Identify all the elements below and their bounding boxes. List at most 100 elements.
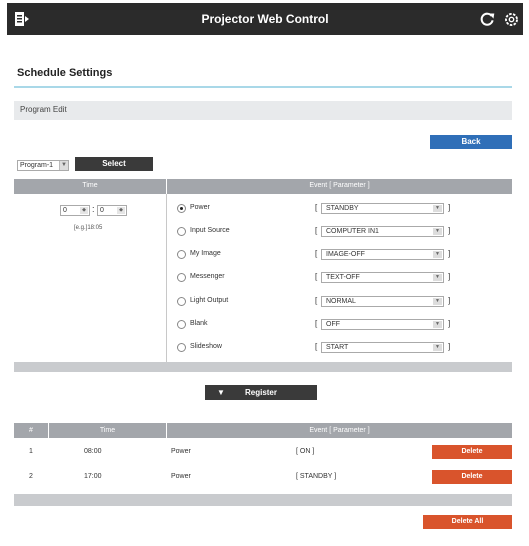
bracket-left: [ [315,319,318,328]
select-button[interactable]: Select [75,157,153,171]
radio-input-source[interactable] [177,227,186,236]
event-label: Messenger [190,273,225,280]
hour-stepper[interactable]: 0 ◆ [60,205,90,216]
gear-icon[interactable] [503,11,520,28]
table-row: 2 17:00 Power [ STANDBY ] Delete [14,467,512,487]
event-label: Light Output [190,297,229,304]
delete-button[interactable]: Delete [432,470,512,484]
event-label: Power [190,204,210,211]
event-label: My Image [190,250,221,257]
bracket-left: [ [315,342,318,351]
program-select-value: Program-1 [20,162,54,169]
bracket-right: ] [448,249,451,258]
radio-blank[interactable] [177,320,186,329]
bracket-left: [ [315,203,318,212]
dropdown-value: TEXT-OFF [326,274,360,281]
edit-grid-footer [14,362,512,372]
bracket-right: ] [448,226,451,235]
parameter-dropdown[interactable]: STANDBY ▼ [321,203,444,214]
spinner-icon[interactable]: ◆ [80,207,88,214]
num-column-header: # [29,427,33,434]
event-row-power[interactable]: Power [ STANDBY ▼ ] [177,203,467,215]
minute-value: 0 [100,207,104,214]
event-row-input-source[interactable]: Input Source [ COMPUTER IN1 ▼ ] [177,226,467,238]
event-column-header: Event [ Parameter ] [309,427,370,434]
chevron-down-icon: ▼ [433,228,442,235]
event-column-header: Event [ Parameter ] [309,182,370,189]
dropdown-value: STANDBY [326,205,359,212]
dropdown-value: OFF [326,321,340,328]
table-row: 1 08:00 Power [ ON ] Delete [14,442,512,462]
bracket-left: [ [315,272,318,281]
dropdown-value: NORMAL [326,298,356,305]
parameter-dropdown[interactable]: TEXT-OFF ▼ [321,272,444,283]
parameter-dropdown[interactable]: NORMAL ▼ [321,296,444,307]
register-label: Register [244,388,277,397]
row-number: 2 [29,473,33,480]
bracket-left: [ [315,296,318,305]
refresh-icon[interactable] [479,11,496,28]
dropdown-value: COMPUTER IN1 [326,228,379,235]
parameter-dropdown[interactable]: START ▼ [321,342,444,353]
radio-power[interactable] [177,204,186,213]
time-hint: [e.g.]18:05 [74,225,103,231]
app-header: Projector Web Control [7,3,523,35]
row-time: 08:00 [84,448,102,455]
chevron-down-icon: ▼ [433,251,442,258]
page-title: Schedule Settings [17,67,113,79]
grid-divider [166,194,167,362]
bracket-right: ] [448,342,451,351]
chevron-down-icon: ▼ [59,161,68,170]
event-label: Input Source [190,227,230,234]
radio-messenger[interactable] [177,273,186,282]
event-label: Blank [190,320,208,327]
minute-stepper[interactable]: 0 ◆ [97,205,127,216]
dropdown-value: START [326,344,349,351]
row-parameter: [ ON ] [296,448,315,455]
chevron-down-icon: ▼ [433,344,442,351]
event-row-light-output[interactable]: Light Output [ NORMAL ▼ ] [177,296,467,308]
chevron-down-icon: ▼ [433,205,442,212]
radio-slideshow[interactable] [177,343,186,352]
row-number: 1 [29,448,33,455]
schedule-list-footer [14,494,512,506]
section-bar: Program Edit [14,101,512,120]
schedule-list-header: # Time Event [ Parameter ] [14,423,512,438]
event-row-my-image[interactable]: My Image [ IMAGE-OFF ▼ ] [177,249,467,261]
section-title: Program Edit [20,105,67,114]
bracket-left: [ [315,226,318,235]
bracket-left: [ [315,249,318,258]
time-column-header: Time [82,182,98,189]
radio-my-image[interactable] [177,250,186,259]
back-button[interactable]: Back [430,135,512,149]
row-event: Power [171,473,191,480]
bracket-right: ] [448,203,451,212]
event-row-slideshow[interactable]: Slideshow [ START ▼ ] [177,342,467,354]
bracket-right: ] [448,272,451,281]
hour-value: 0 [63,207,67,214]
parameter-dropdown[interactable]: IMAGE-OFF ▼ [321,249,444,260]
chevron-down-icon: ▼ [433,274,442,281]
event-row-messenger[interactable]: Messenger [ TEXT-OFF ▼ ] [177,272,467,284]
row-time: 17:00 [84,473,102,480]
register-button[interactable]: ▼ Register [205,385,317,400]
app-title: Projector Web Control [201,12,329,26]
row-event: Power [171,448,191,455]
time-column-header: Time [99,427,116,434]
delete-all-button[interactable]: Delete All [423,515,512,529]
row-parameter: [ STANDBY ] [296,473,337,480]
bracket-right: ] [448,319,451,328]
chevron-down-icon: ▼ [433,298,442,305]
chevron-down-icon: ▼ [433,321,442,328]
parameter-dropdown[interactable]: COMPUTER IN1 ▼ [321,226,444,237]
parameter-dropdown[interactable]: OFF ▼ [321,319,444,330]
spinner-icon[interactable]: ◆ [117,207,125,214]
time-colon: : [92,204,95,214]
radio-light-output[interactable] [177,297,186,306]
delete-button[interactable]: Delete [432,445,512,459]
event-label: Slideshow [190,343,222,350]
edit-grid-header: Time Event [ Parameter ] [14,179,512,194]
program-select[interactable]: Program-1 ▼ [17,160,69,171]
event-row-blank[interactable]: Blank [ OFF ▼ ] [177,319,467,331]
title-divider [14,86,512,88]
